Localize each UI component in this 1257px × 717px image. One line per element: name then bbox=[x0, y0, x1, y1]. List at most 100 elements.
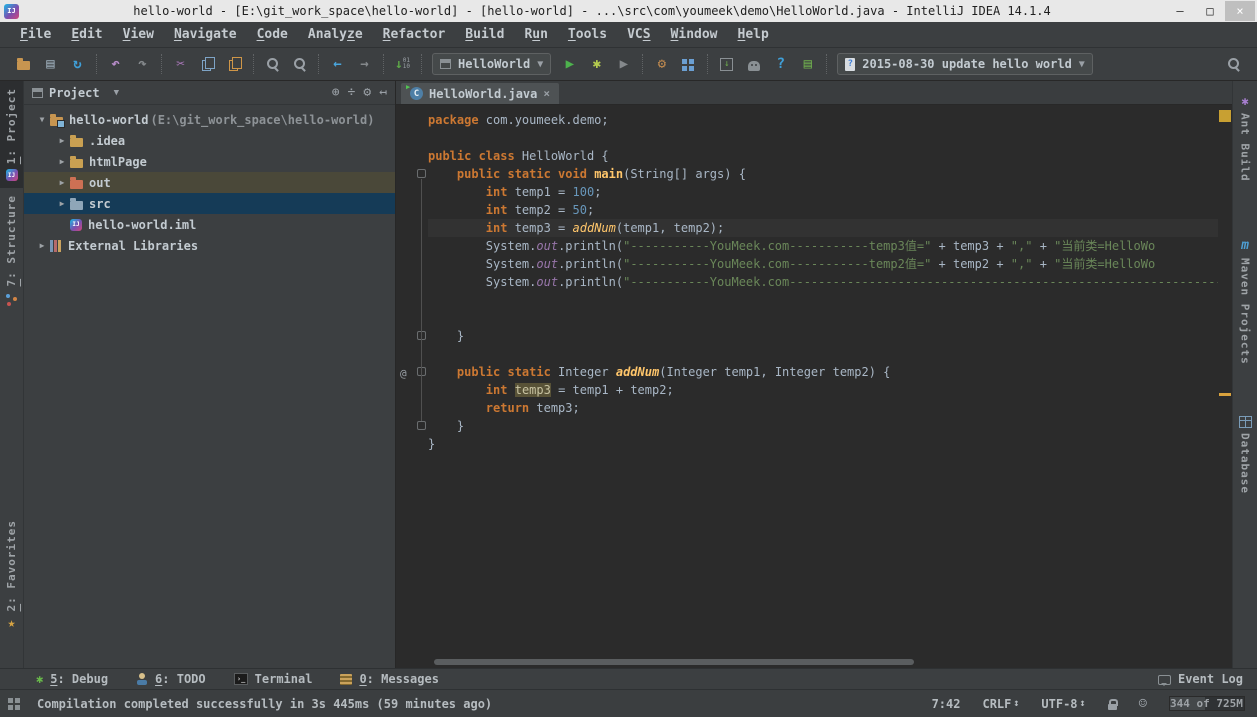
tool-button-2-favorites[interactable]: 2: Favorites★ bbox=[0, 513, 23, 638]
run-config-combo[interactable]: HelloWorld▼ bbox=[432, 53, 551, 75]
redo-icon[interactable]: ↷ bbox=[129, 52, 156, 76]
menu-code[interactable]: Code bbox=[247, 24, 298, 45]
hector-inspector-icon[interactable]: ☺ bbox=[1139, 696, 1147, 712]
gear-icon[interactable]: ⚙ bbox=[363, 85, 371, 100]
search-everywhere-icon[interactable] bbox=[1220, 52, 1247, 76]
tab-helloworld-java[interactable]: CHelloWorld.java× bbox=[401, 83, 559, 104]
tool-button-1-project[interactable]: 1: ProjectIJ bbox=[0, 81, 23, 188]
fold-marker[interactable] bbox=[417, 421, 426, 430]
menu-navigate[interactable]: Navigate bbox=[164, 24, 247, 45]
caret-position-widget[interactable]: 7:42 bbox=[932, 697, 961, 711]
tree-item-src[interactable]: ▶ src bbox=[24, 193, 395, 214]
memory-indicator[interactable]: 344 of 725M bbox=[1169, 696, 1245, 711]
collapsed-arrow-icon[interactable]: ▶ bbox=[54, 136, 70, 145]
line-ending-widget[interactable]: CRLF↕ bbox=[982, 697, 1019, 711]
tab-close-icon[interactable]: × bbox=[543, 87, 550, 100]
horizontal-scrollbar[interactable] bbox=[434, 659, 914, 665]
help-icon: ? bbox=[777, 56, 785, 72]
project-dropdown-caret[interactable]: ▼ bbox=[114, 88, 119, 98]
event-log-button[interactable]: Event Log bbox=[1158, 672, 1243, 686]
tool-button-ant-build[interactable]: ✱Ant Build bbox=[1233, 87, 1257, 189]
update-project-icon[interactable]: ↓01 10 bbox=[389, 52, 416, 76]
toolwindow-button-label: Terminal bbox=[255, 672, 313, 686]
open-icon[interactable] bbox=[10, 52, 37, 76]
fold-marker[interactable] bbox=[417, 169, 426, 178]
code-line: System.out.println("-----------YouMeek.c… bbox=[428, 255, 1218, 273]
tree-item-hello-world-iml[interactable]: IJhello-world.iml bbox=[24, 214, 395, 235]
menu-run[interactable]: Run bbox=[514, 24, 557, 45]
back-icon[interactable]: ← bbox=[324, 52, 351, 76]
sync-upload-icon[interactable]: ▤ bbox=[794, 52, 821, 76]
toolwindow-button-5-debug[interactable]: ✱5: Debug bbox=[36, 672, 108, 686]
replace-icon[interactable] bbox=[286, 52, 313, 76]
m-icon: m bbox=[1241, 238, 1249, 253]
inspection-status-square[interactable] bbox=[1219, 110, 1231, 122]
tree-item--idea[interactable]: ▶.idea bbox=[24, 130, 395, 151]
tool-button-7-structure[interactable]: 7: Structure bbox=[0, 188, 23, 312]
window-title: hello-world - [E:\git_work_space\hello-w… bbox=[25, 4, 1159, 18]
settings-icon[interactable]: ⚙ bbox=[648, 52, 675, 76]
find-icon[interactable] bbox=[259, 52, 286, 76]
menu-analyze[interactable]: Analyze bbox=[298, 24, 373, 45]
changelist-combo[interactable]: ?2015-08-30 update hello world▼ bbox=[837, 53, 1093, 75]
menu-file[interactable]: File bbox=[10, 24, 61, 45]
tree-item-out[interactable]: ▶out bbox=[24, 172, 395, 193]
code-line bbox=[428, 291, 1218, 309]
menu-tools[interactable]: Tools bbox=[558, 24, 617, 45]
expanded-arrow-icon[interactable]: ▼ bbox=[34, 115, 50, 124]
lock-icon[interactable] bbox=[1108, 704, 1117, 710]
editor[interactable]: @ package com.youmeek.demo;public class … bbox=[396, 105, 1232, 668]
forward-icon[interactable]: → bbox=[351, 52, 378, 76]
menu-help[interactable]: Help bbox=[728, 24, 779, 45]
collapsed-arrow-icon[interactable]: ▶ bbox=[54, 199, 70, 208]
debug-icon[interactable]: ✱ bbox=[583, 52, 610, 76]
project-structure-icon[interactable] bbox=[675, 52, 702, 76]
minimize-button[interactable]: — bbox=[1165, 1, 1195, 21]
menu-view[interactable]: View bbox=[113, 24, 164, 45]
hide-panel-icon[interactable]: ↤ bbox=[379, 85, 387, 100]
menu-refactor[interactable]: Refactor bbox=[373, 24, 456, 45]
tree-item-htmlpage[interactable]: ▶htmlPage bbox=[24, 151, 395, 172]
menu-bar: FileEditViewNavigateCodeAnalyzeRefactorB… bbox=[0, 22, 1257, 48]
locate-icon[interactable]: ⊕ bbox=[332, 85, 340, 100]
toolbar-separator bbox=[161, 54, 162, 74]
collapsed-arrow-icon[interactable]: ▶ bbox=[54, 157, 70, 166]
menu-build[interactable]: Build bbox=[455, 24, 514, 45]
toolwindow-button-terminal[interactable]: ›_Terminal bbox=[234, 672, 313, 686]
encoding-widget[interactable]: UTF-8↕ bbox=[1041, 697, 1085, 711]
code-line: } bbox=[428, 435, 1218, 453]
tool-button-database[interactable]: Database bbox=[1233, 409, 1257, 501]
gutter-annotation-mark[interactable]: @ bbox=[400, 365, 407, 383]
collapsed-arrow-icon[interactable]: ▶ bbox=[34, 241, 50, 250]
tool-button-label: Ant Build bbox=[1239, 113, 1252, 182]
tree-item-external-libraries[interactable]: ▶External Libraries bbox=[24, 235, 395, 256]
undo-icon[interactable]: ↶ bbox=[102, 52, 129, 76]
todo-icon bbox=[136, 673, 148, 685]
save-all-icon[interactable]: ▤ bbox=[37, 52, 64, 76]
error-stripe-mark[interactable] bbox=[1219, 393, 1231, 396]
toolwindow-button-0-messages[interactable]: 0: Messages bbox=[340, 672, 438, 686]
tool-button-maven-projects[interactable]: mMaven Projects bbox=[1233, 231, 1257, 372]
paste-icon[interactable] bbox=[221, 52, 248, 76]
cut-icon[interactable]: ✂ bbox=[167, 52, 194, 76]
toolwindow-toggle-icon[interactable] bbox=[8, 698, 13, 703]
copy-icon[interactable] bbox=[194, 52, 221, 76]
menu-edit[interactable]: Edit bbox=[61, 24, 112, 45]
coverage-icon[interactable]: ▶ bbox=[610, 52, 637, 76]
close-button[interactable]: × bbox=[1225, 1, 1255, 21]
collapse-all-icon[interactable]: ÷ bbox=[348, 85, 356, 100]
avd-manager-icon[interactable] bbox=[740, 52, 767, 76]
maximize-button[interactable]: □ bbox=[1195, 1, 1225, 21]
menu-window[interactable]: Window bbox=[661, 24, 728, 45]
code-area[interactable]: package com.youmeek.demo;public class He… bbox=[428, 111, 1218, 668]
run-icon[interactable]: ▶ bbox=[556, 52, 583, 76]
synchronize-icon[interactable]: ↻ bbox=[64, 52, 91, 76]
tree-item-label: src bbox=[89, 197, 111, 211]
collapsed-arrow-icon[interactable]: ▶ bbox=[54, 178, 70, 187]
tree-item-hello-world[interactable]: ▼hello-world (E:\git_work_space\hello-wo… bbox=[24, 109, 395, 130]
toolwindow-button-6-todo[interactable]: 6: TODO bbox=[136, 672, 206, 686]
help-icon[interactable]: ? bbox=[767, 52, 794, 76]
project-panel-title[interactable]: Project bbox=[49, 86, 100, 100]
sdk-manager-icon[interactable]: ↓ bbox=[713, 52, 740, 76]
menu-vcs[interactable]: VCS bbox=[617, 24, 660, 45]
